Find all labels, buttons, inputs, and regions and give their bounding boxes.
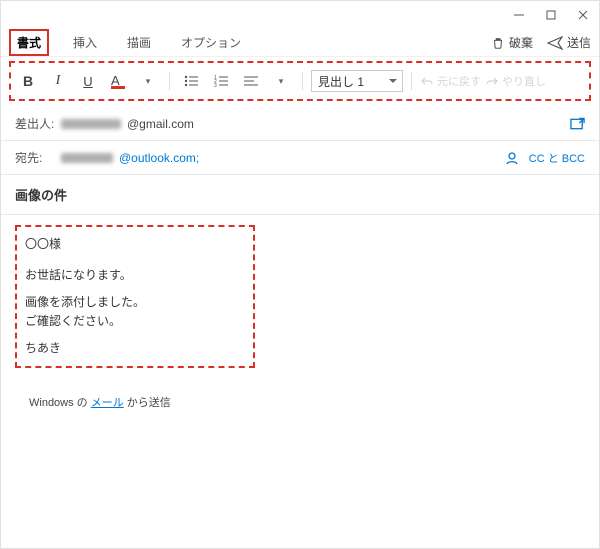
to-address-masked: [61, 153, 113, 163]
separator: [302, 72, 303, 90]
italic-button[interactable]: I: [45, 69, 71, 93]
separator: [169, 72, 170, 90]
font-color-button[interactable]: A: [105, 69, 131, 93]
send-icon: [547, 36, 563, 50]
message-body-area[interactable]: 〇〇様 お世話になります。 画像を添付しました。 ご確認ください。 ちあき Wi…: [1, 215, 599, 424]
send-label: 送信: [567, 34, 591, 51]
bold-button[interactable]: B: [15, 69, 41, 93]
undo-label: 元に戻す: [437, 73, 481, 89]
heading-dropdown[interactable]: 見出し 1: [311, 70, 403, 92]
bullet-list-button[interactable]: [178, 69, 204, 93]
format-toolbar-highlight: B I U A ▾ 123 ▾ 見出し 1 元に戻す やり直し: [9, 61, 591, 101]
signature: Windows の メール から送信: [15, 390, 585, 414]
trash-icon: [491, 36, 505, 50]
menu-bar: 書式 挿入 描画 オプション 破棄 送信: [1, 29, 599, 57]
minimize-button[interactable]: [509, 5, 529, 25]
signature-prefix: Windows の: [29, 397, 91, 409]
font-color-dropdown[interactable]: ▾: [135, 69, 161, 93]
message-body-highlight: 〇〇様 お世話になります。 画像を添付しました。 ご確認ください。 ちあき: [15, 225, 255, 368]
compose-window: 書式 挿入 描画 オプション 破棄 送信 B I U A ▾ 123: [0, 0, 600, 549]
tab-option[interactable]: オプション: [175, 31, 247, 54]
to-domain: @outlook.com;: [119, 151, 199, 165]
body-line: ちあき: [25, 339, 245, 356]
to-label: 宛先:: [15, 149, 55, 166]
chevron-down-icon: ▾: [146, 76, 151, 87]
svg-text:3: 3: [214, 83, 217, 87]
body-line: 画像を添付しました。: [25, 293, 245, 310]
open-window-icon[interactable]: [570, 117, 585, 131]
align-button[interactable]: [238, 69, 264, 93]
send-button[interactable]: 送信: [547, 34, 591, 51]
numbered-list-button[interactable]: 123: [208, 69, 234, 93]
separator: [411, 72, 412, 90]
tab-format[interactable]: 書式: [9, 29, 49, 56]
maximize-button[interactable]: [541, 5, 561, 25]
body-line: 〇〇様: [25, 235, 245, 252]
font-color-icon: A: [111, 73, 125, 89]
undo-button[interactable]: 元に戻す: [420, 73, 481, 89]
close-button[interactable]: [573, 5, 593, 25]
title-bar: [1, 1, 599, 29]
from-field: 差出人: @gmail.com: [1, 107, 599, 141]
format-toolbar: B I U A ▾ 123 ▾ 見出し 1 元に戻す やり直し: [15, 67, 585, 95]
underline-button[interactable]: U: [75, 69, 101, 93]
from-label: 差出人:: [15, 115, 55, 132]
tab-draw[interactable]: 描画: [121, 31, 157, 54]
discard-button[interactable]: 破棄: [491, 34, 533, 51]
contact-icon[interactable]: [505, 151, 519, 165]
body-line: お世話になります。: [25, 266, 245, 283]
subject-field[interactable]: 画像の件: [1, 175, 599, 215]
cc-bcc-link[interactable]: CC と BCC: [529, 150, 585, 166]
discard-label: 破棄: [509, 34, 533, 51]
chevron-down-icon: ▾: [279, 76, 284, 87]
undo-icon: [420, 75, 434, 87]
from-address-masked: [61, 119, 121, 129]
redo-button[interactable]: やり直し: [485, 73, 546, 89]
to-field[interactable]: 宛先: @outlook.com; CC と BCC: [1, 141, 599, 175]
signature-mail-link[interactable]: メール: [91, 397, 124, 409]
signature-suffix: から送信: [124, 397, 171, 409]
from-domain: @gmail.com: [127, 117, 194, 131]
redo-icon: [485, 75, 499, 87]
redo-label: やり直し: [502, 73, 546, 89]
align-dropdown[interactable]: ▾: [268, 69, 294, 93]
body-line: ご確認ください。: [25, 312, 245, 329]
tab-insert[interactable]: 挿入: [67, 31, 103, 54]
